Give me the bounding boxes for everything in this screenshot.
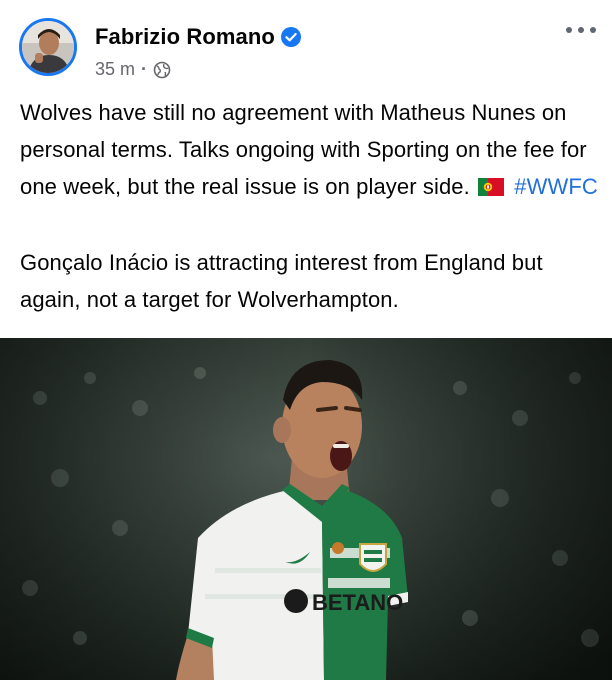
post-paragraph-2: Gonçalo Inácio is attracting interest fr… xyxy=(20,250,543,312)
hashtag-link[interactable]: #WWFC xyxy=(514,174,598,199)
post-timestamp[interactable]: 35 m xyxy=(95,59,135,80)
author-name-text[interactable]: Fabrizio Romano xyxy=(95,24,275,50)
post-header: Fabrizio Romano 35 m · xyxy=(0,0,612,95)
post-text: Wolves have still no agreement with Math… xyxy=(20,94,604,318)
globe-icon[interactable] xyxy=(153,61,171,79)
post-paragraph-1: Wolves have still no agreement with Math… xyxy=(20,94,604,207)
author-name[interactable]: Fabrizio Romano xyxy=(95,24,301,50)
avatar[interactable] xyxy=(19,18,77,76)
post-photo[interactable]: BETANO xyxy=(0,338,612,680)
sponsor-text: BETANO xyxy=(312,590,403,615)
verified-badge-icon xyxy=(280,27,301,47)
more-options-icon[interactable] xyxy=(566,20,596,40)
post-meta: 35 m · xyxy=(95,59,171,80)
meta-separator: · xyxy=(141,59,148,79)
portugal-flag-icon xyxy=(478,170,505,207)
